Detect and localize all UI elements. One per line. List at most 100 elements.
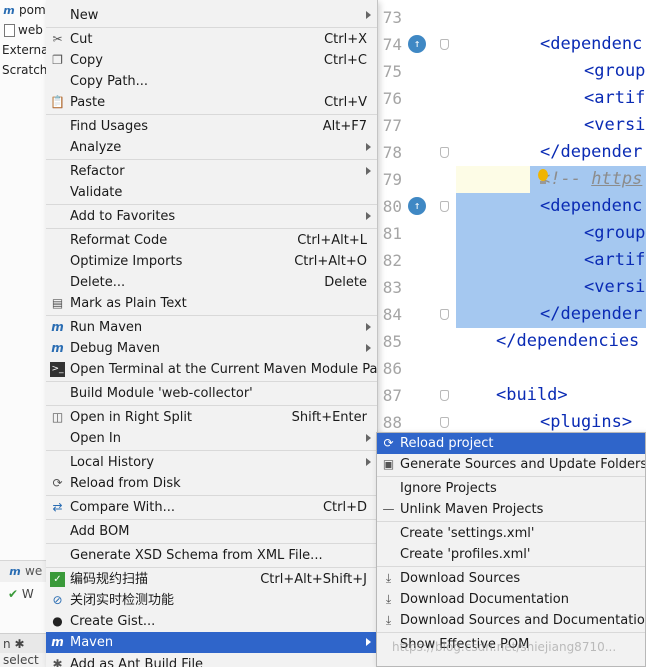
reload-icon: ⟳ — [52, 476, 63, 490]
tree-item-web[interactable]: web — [2, 21, 43, 39]
code-line[interactable]: <artif — [456, 85, 646, 112]
menu-item-disable-realtime-check[interactable]: ⊘ 关闭实时检测功能 — [46, 590, 377, 611]
code-line[interactable]: <dependenc — [456, 31, 646, 58]
code-line[interactable] — [456, 4, 646, 31]
plain-text-icon: ▤ — [51, 296, 64, 310]
menu-item-copy[interactable]: ❐ Copy Ctrl+C — [46, 50, 377, 71]
code-line[interactable]: <versi — [456, 274, 646, 301]
tree-item-scratches[interactable]: Scratch — [2, 61, 46, 79]
file-icon — [4, 24, 15, 37]
code-line[interactable]: </depender — [456, 301, 646, 328]
menu-item-mark-plain-text[interactable]: ▤ Mark as Plain Text — [46, 293, 377, 314]
menu-item-open-in[interactable]: Open In — [46, 428, 377, 449]
maven-icon: m — [51, 635, 64, 649]
submenu-item-download-sources[interactable]: ⤓ Download Sources — [377, 568, 645, 589]
code-editor[interactable]: 73 ↑ 74 75 76 77 78 79 ↑ 80 81 82 83 84 85… — [378, 0, 646, 436]
fold-marker-icon[interactable] — [440, 147, 449, 158]
fold-marker-icon[interactable] — [440, 39, 449, 50]
menu-item-add-ant-build[interactable]: ✱ Add as Ant Build File — [46, 654, 377, 667]
menu-item-code-scan[interactable]: ✓ 编码规约扫描 Ctrl+Alt+Shift+J — [46, 569, 377, 590]
split-icon: ◫ — [51, 410, 64, 424]
fold-marker-icon[interactable] — [440, 201, 449, 212]
submenu-arrow-icon — [366, 11, 371, 19]
menu-item-delete[interactable]: Delete... Delete — [46, 272, 377, 293]
gutter-line: 78 — [378, 139, 456, 166]
bottom-toolbar[interactable]: n ✱ — [0, 633, 46, 653]
submenu-item-download-sources-docs[interactable]: ⤓ Download Sources and Documentation — [377, 610, 645, 631]
context-menu: New ✂ Cut Ctrl+X ❐ Copy Ctrl+C Copy Path... … — [46, 0, 378, 667]
gutter-line: 77 — [382, 116, 402, 135]
menu-item-add-bom[interactable]: Add BOM — [46, 521, 377, 542]
maven-dependency-icon[interactable]: ↑ — [408, 35, 426, 53]
menu-item-copy-path[interactable]: Copy Path... — [46, 71, 377, 92]
menu-item-reformat-code[interactable]: Reformat Code Ctrl+Alt+L — [46, 230, 377, 251]
gutter-line: 79 — [382, 170, 402, 189]
tree-item-external-libraries[interactable]: Externa — [2, 41, 46, 59]
tree-item-label: Scratch — [2, 63, 46, 77]
menu-item-create-gist[interactable]: ● Create Gist... — [46, 611, 377, 632]
scissors-icon: ✂ — [52, 32, 63, 46]
menu-item-generate-xsd[interactable]: Generate XSD Schema from XML File... — [46, 545, 377, 566]
code-line[interactable]: <versi — [456, 112, 646, 139]
menu-item-paste[interactable]: 📋 Paste Ctrl+V — [46, 92, 377, 113]
submenu-item-reload-project[interactable]: ⟳ Reload project — [377, 433, 645, 454]
maven-tool-window-header[interactable]: m we — [0, 560, 46, 582]
menu-separator — [46, 495, 377, 496]
scan-icon: ✓ — [50, 572, 65, 587]
code-line[interactable]: </depender — [456, 139, 646, 166]
menu-item-analyze[interactable]: Analyze — [46, 137, 377, 158]
check-icon: ✔ — [8, 587, 19, 601]
submenu-item-unlink-projects[interactable]: — Unlink Maven Projects — [377, 499, 645, 520]
menu-separator — [46, 114, 377, 115]
menu-item-add-to-favorites[interactable]: Add to Favorites — [46, 206, 377, 227]
menu-item-open-right-split[interactable]: ◫ Open in Right Split Shift+Enter — [46, 407, 377, 428]
code-line[interactable] — [456, 355, 646, 382]
fold-marker-icon[interactable] — [440, 417, 449, 428]
menu-separator — [46, 519, 377, 520]
menu-separator — [46, 405, 377, 406]
compare-icon: ⇄ — [52, 500, 63, 514]
menu-item-build-module[interactable]: Build Module 'web-collector' — [46, 383, 377, 404]
menu-separator — [46, 204, 377, 205]
submenu-item-generate-sources[interactable]: ▣ Generate Sources and Update Folders — [377, 454, 645, 475]
fold-marker-icon[interactable] — [440, 390, 449, 401]
menu-item-debug-maven[interactable]: m Debug Maven — [46, 338, 377, 359]
lightbulb-icon[interactable] — [538, 169, 548, 181]
code-line[interactable]: <!-- https — [456, 166, 646, 193]
menu-item-validate[interactable]: Validate — [46, 182, 377, 203]
tree-item-pom[interactable]: m pom — [2, 1, 45, 19]
menu-item-find-usages[interactable]: Find Usages Alt+F7 — [46, 116, 377, 137]
menu-separator — [46, 27, 377, 28]
menu-item-maven[interactable]: m Maven — [46, 632, 377, 653]
submenu-arrow-icon — [366, 212, 371, 220]
generate-sources-icon: ▣ — [382, 457, 395, 471]
code-line[interactable]: <group — [456, 220, 646, 247]
menu-item-refactor[interactable]: Refactor — [46, 161, 377, 182]
submenu-item-download-documentation[interactable]: ⤓ Download Documentation — [377, 589, 645, 610]
submenu-item-create-profiles[interactable]: Create 'profiles.xml' — [377, 544, 645, 565]
download-icon: ⤓ — [385, 613, 392, 627]
maven-dependency-icon[interactable]: ↑ — [408, 197, 426, 215]
menu-item-reload-from-disk[interactable]: ⟳ Reload from Disk — [46, 473, 377, 494]
ant-icon: ✱ — [52, 657, 63, 667]
code-line[interactable]: <artif — [456, 247, 646, 274]
code-line[interactable]: </dependencies — [456, 328, 646, 355]
code-line[interactable]: <dependenc — [456, 193, 646, 220]
fold-marker-icon[interactable] — [440, 309, 449, 320]
menu-item-cut[interactable]: ✂ Cut Ctrl+X — [46, 29, 377, 50]
menu-item-open-terminal[interactable]: >_ Open Terminal at the Current Maven Mod… — [46, 359, 377, 380]
menu-item-compare-with[interactable]: ⇄ Compare With... Ctrl+D — [46, 497, 377, 518]
tool-window-row[interactable]: ✔ W — [0, 583, 46, 605]
maven-file-icon: m — [3, 3, 15, 17]
menu-separator — [46, 228, 377, 229]
gutter-line: 75 — [382, 62, 402, 81]
menu-item-new[interactable]: New — [46, 5, 377, 26]
code-line[interactable]: <group — [456, 58, 646, 85]
menu-item-run-maven[interactable]: m Run Maven — [46, 317, 377, 338]
menu-item-optimize-imports[interactable]: Optimize Imports Ctrl+Alt+O — [46, 251, 377, 272]
submenu-item-create-settings[interactable]: Create 'settings.xml' — [377, 523, 645, 544]
menu-item-local-history[interactable]: Local History — [46, 452, 377, 473]
submenu-item-ignore-projects[interactable]: Ignore Projects — [377, 478, 645, 499]
submenu-arrow-icon — [366, 323, 371, 331]
code-line[interactable]: <build> — [456, 382, 646, 409]
